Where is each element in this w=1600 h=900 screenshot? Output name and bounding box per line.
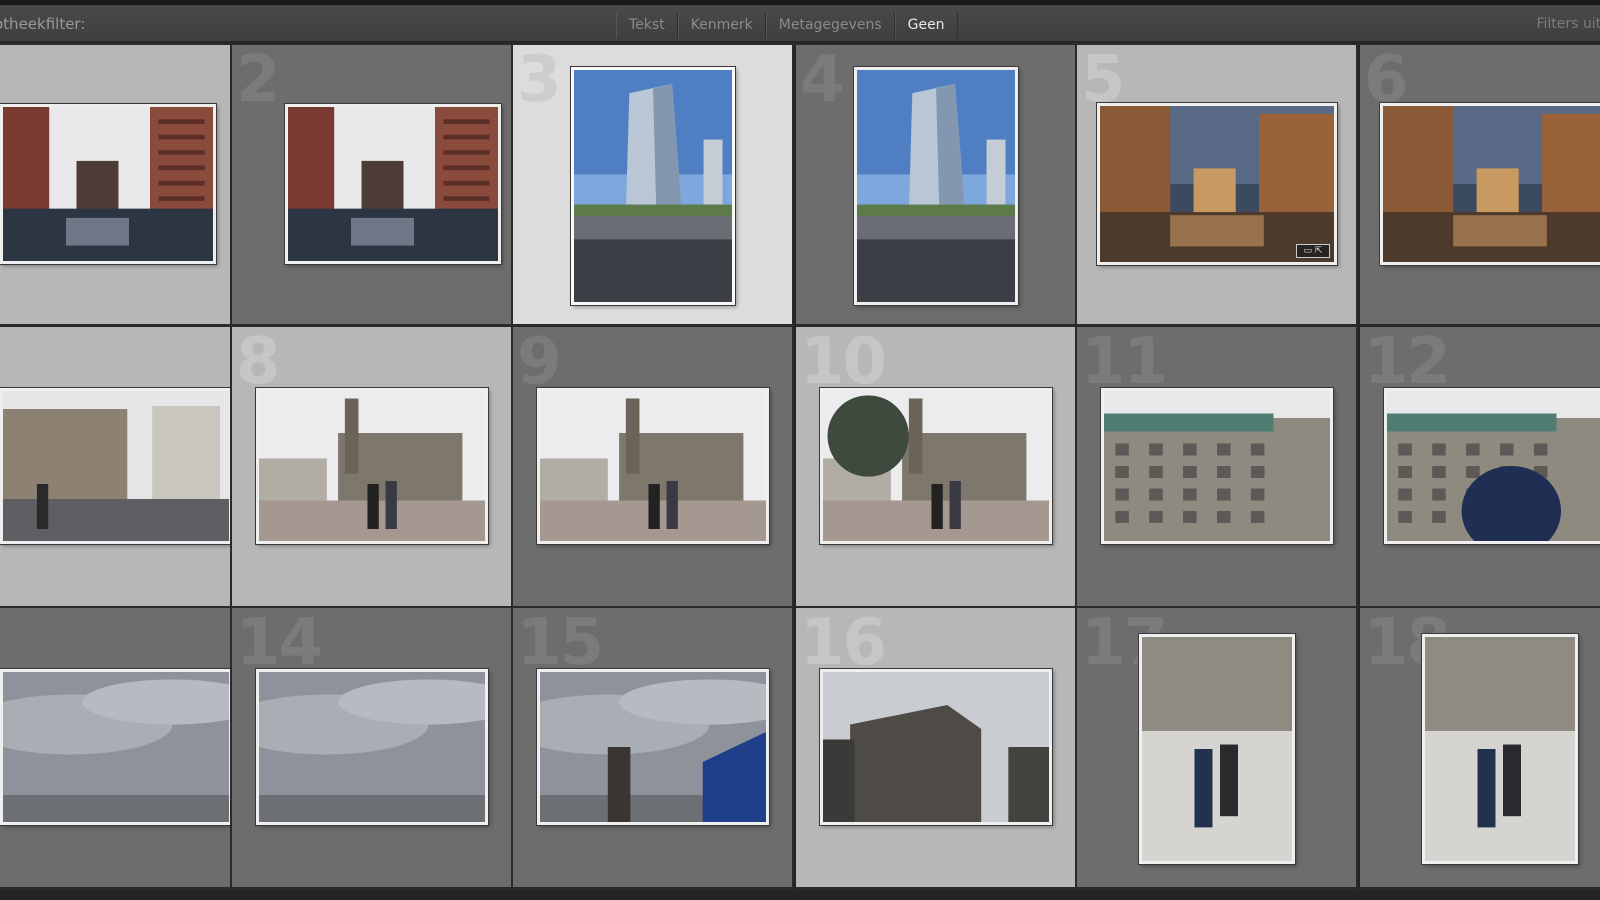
cell-index-number: 10 [800,327,887,399]
cell-index-number: 14 [236,608,323,680]
photo-thumbnail[interactable] [1101,388,1333,544]
grid-cell[interactable] [0,45,232,327]
filter-tab-attribute[interactable]: Kenmerk [677,12,766,38]
grid-cell[interactable]: 3 [0,608,232,890]
library-filter-label: otheekfilter: [0,15,86,33]
cell-index-number: 15 [517,608,604,680]
photo-thumbnail[interactable] [285,104,501,264]
photo-thumbnail[interactable]: ▭ ⇱ [1097,103,1337,265]
photo-thumbnail[interactable] [571,67,735,305]
grid-cell[interactable]: 17 [1077,608,1358,890]
filter-tab-metadata[interactable]: Metagegevens [765,12,895,38]
photo-thumbnail[interactable] [256,388,488,544]
photo-thumbnail[interactable] [0,104,216,264]
grid-cell[interactable]: 15 [513,608,794,890]
cell-index-number: 16 [800,608,887,680]
cell-index-number: 8 [236,327,281,399]
library-filter-bar: otheekfilter: Tekst Kenmerk Metagegevens… [0,5,1600,43]
cell-index-number: 12 [1364,327,1451,399]
cell-index-number: 11 [1081,327,1168,399]
photo-thumbnail[interactable] [1139,634,1295,864]
grid-cell[interactable]: 9 [513,327,794,609]
grid-cell[interactable]: 11 [1077,327,1358,609]
grid-cell[interactable]: 10 [796,327,1077,609]
grid-cell[interactable]: 18 [1360,608,1600,890]
grid-cell[interactable]: 3 [513,45,794,327]
thumbnail-grid: 2345▭ ⇱68910111231415161718 [0,45,1600,900]
photo-thumbnail[interactable] [1422,634,1578,864]
filter-tab-none[interactable]: Geen [894,12,958,38]
photo-thumbnail[interactable] [537,669,769,825]
grid-cell[interactable]: 12 [1360,327,1600,609]
filter-tabs: Tekst Kenmerk Metagegevens Geen [616,12,958,38]
edited-badge-icon[interactable]: ▭ ⇱ [1296,244,1330,258]
grid-cell[interactable]: 4 [796,45,1077,327]
photo-thumbnail[interactable] [1384,388,1600,544]
grid-cell[interactable]: 16 [796,608,1077,890]
cell-index-number: 4 [800,45,845,117]
grid-cell[interactable]: 14 [232,608,513,890]
photo-thumbnail[interactable] [820,669,1052,825]
cell-index-number: 9 [517,327,562,399]
grid-cell[interactable]: 5 ▭ ⇱ [1077,45,1358,327]
grid-cell[interactable]: 2 [232,45,513,327]
photo-thumbnail[interactable] [256,669,488,825]
grid-cell[interactable]: 8 [232,327,513,609]
grid-cell[interactable]: 6 [1360,45,1600,327]
photo-thumbnail[interactable] [820,388,1052,544]
cell-index-number: 3 [517,45,562,117]
photo-thumbnail[interactable] [854,67,1018,305]
grid-cell[interactable] [0,327,232,609]
photo-thumbnail[interactable] [0,669,230,825]
filters-off-toggle[interactable]: Filters uitg [1536,16,1600,32]
photo-thumbnail[interactable] [537,388,769,544]
filter-tab-text[interactable]: Tekst [616,12,678,38]
photo-thumbnail[interactable] [0,388,230,544]
cell-index-number: 2 [236,45,281,117]
photo-thumbnail[interactable] [1380,103,1600,265]
